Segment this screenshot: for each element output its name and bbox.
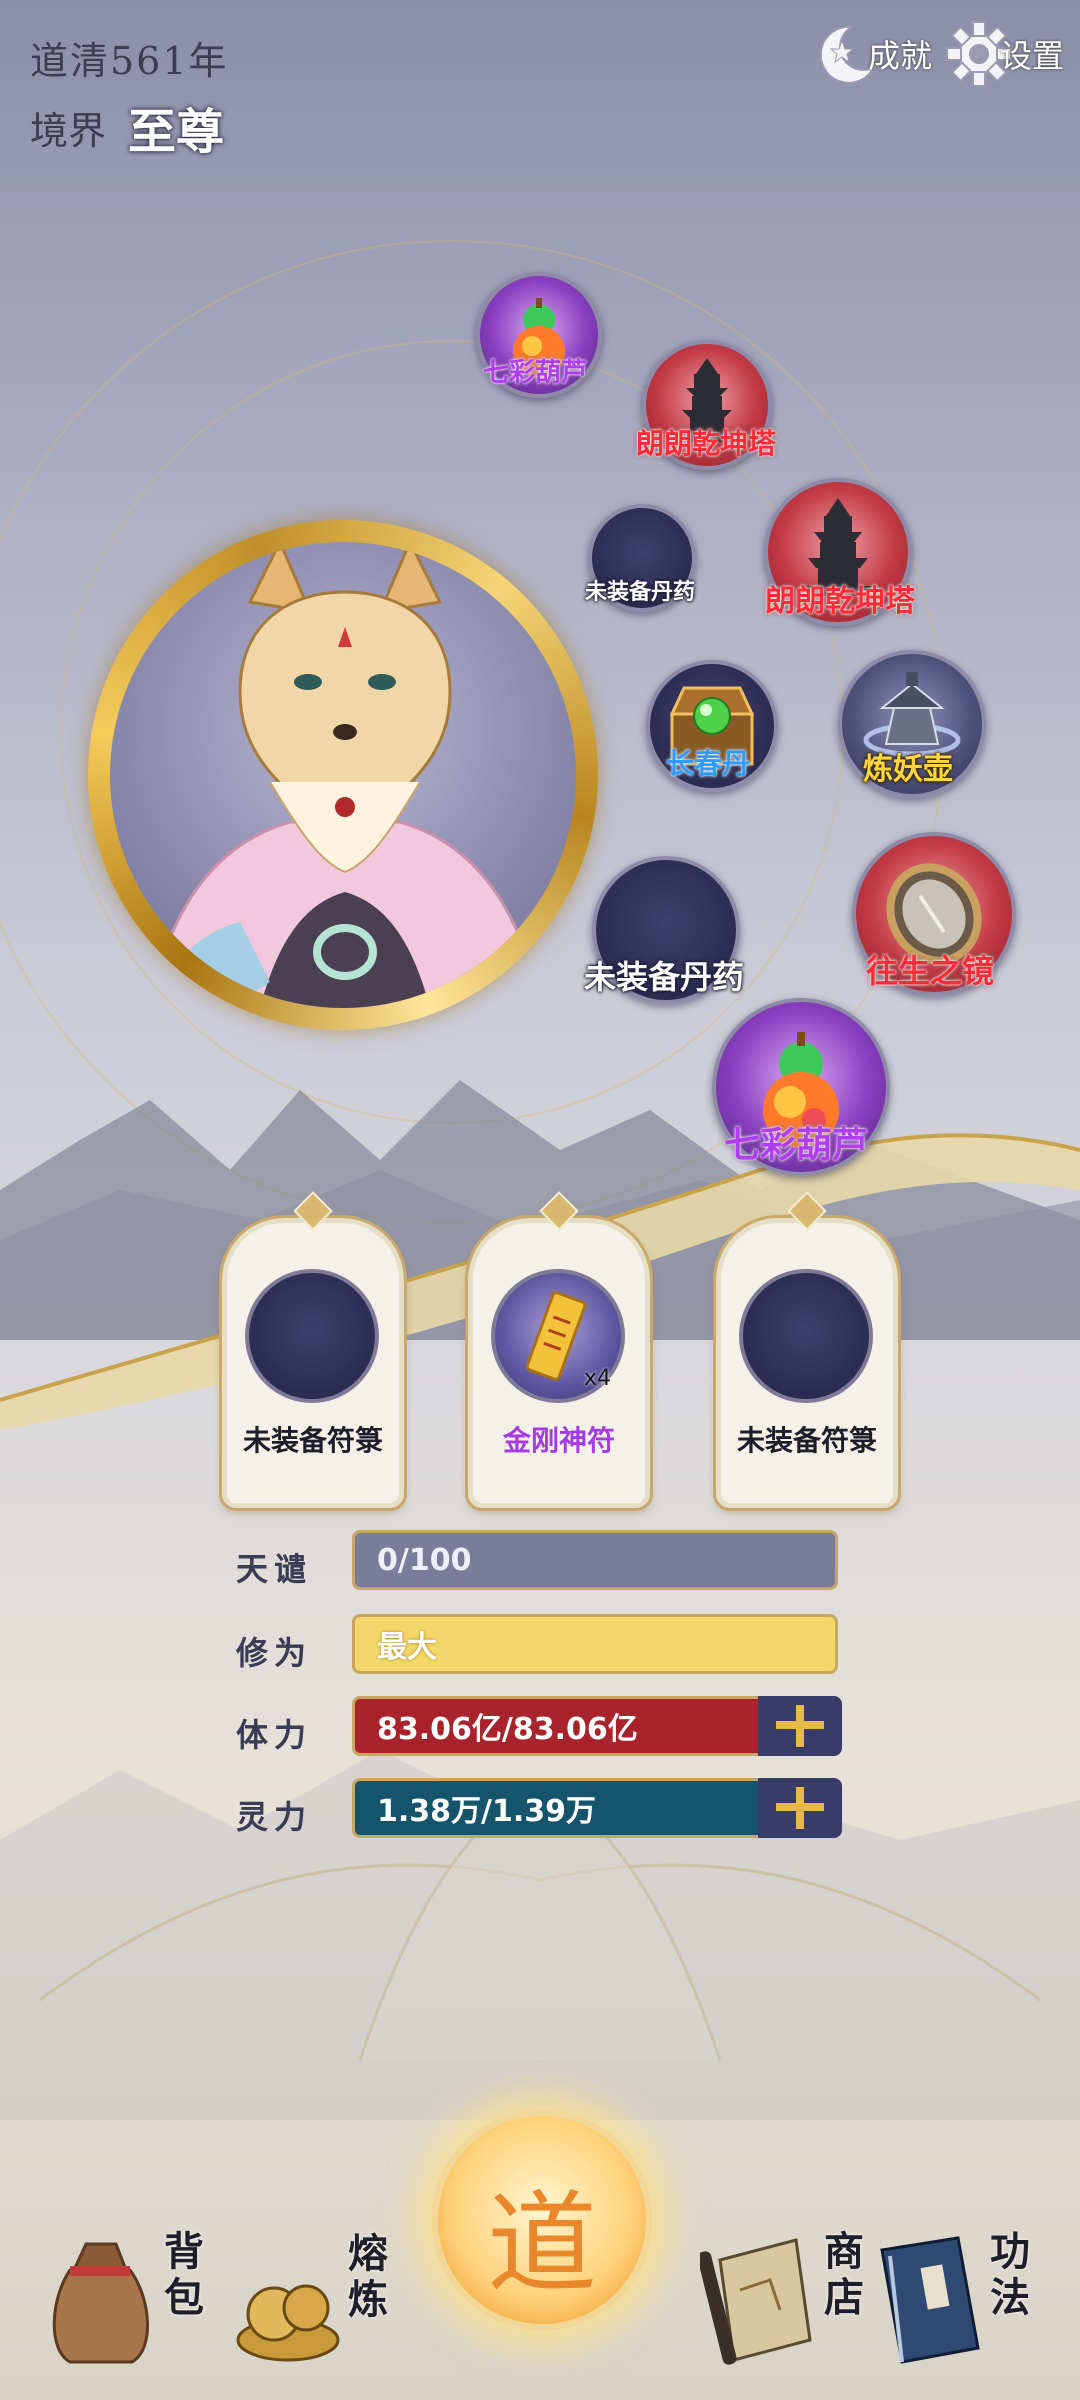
year-text: 道清561年 [30,39,229,83]
bag-icon [52,2242,149,2364]
stat-lingli-value: 1.38万/1.39万 [377,1794,596,1829]
talisman-slot-2-label: 金刚神符 [502,1424,615,1457]
fox-character-icon [148,542,542,1008]
character-portrait [110,542,576,1008]
equip-slot-2-label: 朗朗乾坤塔 [635,427,777,460]
stat-xiuwei-label: 修为 [236,1634,313,1672]
realm-label: 境界 [30,109,107,153]
talisman-empty-slot [245,1269,379,1403]
nav-shop-label: 商店 [817,2230,864,2322]
equip-slot-8-label: 往生之镜 [865,952,995,990]
talisman-slot-1-label: 未装备符箓 [242,1424,383,1457]
equip-slot-5-label: 长春丹 [665,747,751,780]
talisman-slot-3-label: 未装备符箓 [736,1424,877,1457]
plus-icon [776,1705,824,1747]
stat-tili-value: 83.06亿/83.06亿 [377,1712,638,1747]
nav-skills[interactable]: 功法 [862,2230,1042,2370]
talisman-count: x4 [583,1366,611,1391]
equip-slot-9-label: 七彩葫芦 [723,1124,869,1166]
stat-tianqian-bar: 0/100 [352,1530,838,1590]
dao-glyph: 道 [487,2180,597,2308]
nav-smelt[interactable]: 熔炼 [228,2230,388,2370]
nav-skills-label: 功法 [983,2230,1030,2322]
stat-tianqian-label: 天谴 [236,1550,313,1588]
book-icon [880,2236,980,2364]
smelt-icon [236,2284,340,2362]
nav-smelt-label: 熔炼 [341,2232,388,2324]
stat-tili-label: 体力 [236,1716,313,1754]
equip-slot-3-label: 未装备丹药 [584,579,696,605]
talisman-slot-1[interactable]: 未装备符箓 [219,1215,407,1511]
talisman-empty-slot [739,1269,873,1403]
settings-button[interactable]: 设置 [944,14,1064,94]
add-tili-button[interactable] [758,1696,842,1756]
settings-label: 设置 [1000,37,1065,75]
talisman-slot-3[interactable]: 未装备符箓 [713,1215,901,1511]
talisman-equipped-slot: x4 [491,1269,625,1403]
achievements-button[interactable]: 成就 [812,14,932,94]
equip-slot-6-label: 炼妖壶 [863,752,953,787]
stat-tianqian-value: 0/100 [377,1542,472,1578]
talisman-slot-2[interactable]: x4 金刚神符 [465,1215,653,1511]
nav-bag-label: 背包 [157,2230,204,2322]
equip-slot-1-label: 七彩葫芦 [482,358,588,388]
dao-main-button[interactable]: 道 [432,2110,652,2330]
equip-slot-4-label: 朗朗乾坤塔 [765,584,915,619]
scroll-map-icon [697,2238,812,2365]
stat-xiuwei-bar: 最大 [352,1614,838,1674]
achievements-label: 成就 [868,37,933,75]
stat-xiuwei-value: 最大 [377,1630,437,1665]
add-lingli-button[interactable] [758,1778,842,1838]
plus-icon [776,1787,824,1829]
stat-lingli-label: 灵力 [236,1798,313,1836]
character-portrait-frame[interactable] [88,520,598,1030]
equip-slot-7-label: 未装备丹药 [583,958,745,996]
realm-value: 至尊 [128,104,225,160]
nav-shop[interactable]: 商店 [697,2230,870,2370]
nav-bag[interactable]: 背包 [40,2230,204,2370]
